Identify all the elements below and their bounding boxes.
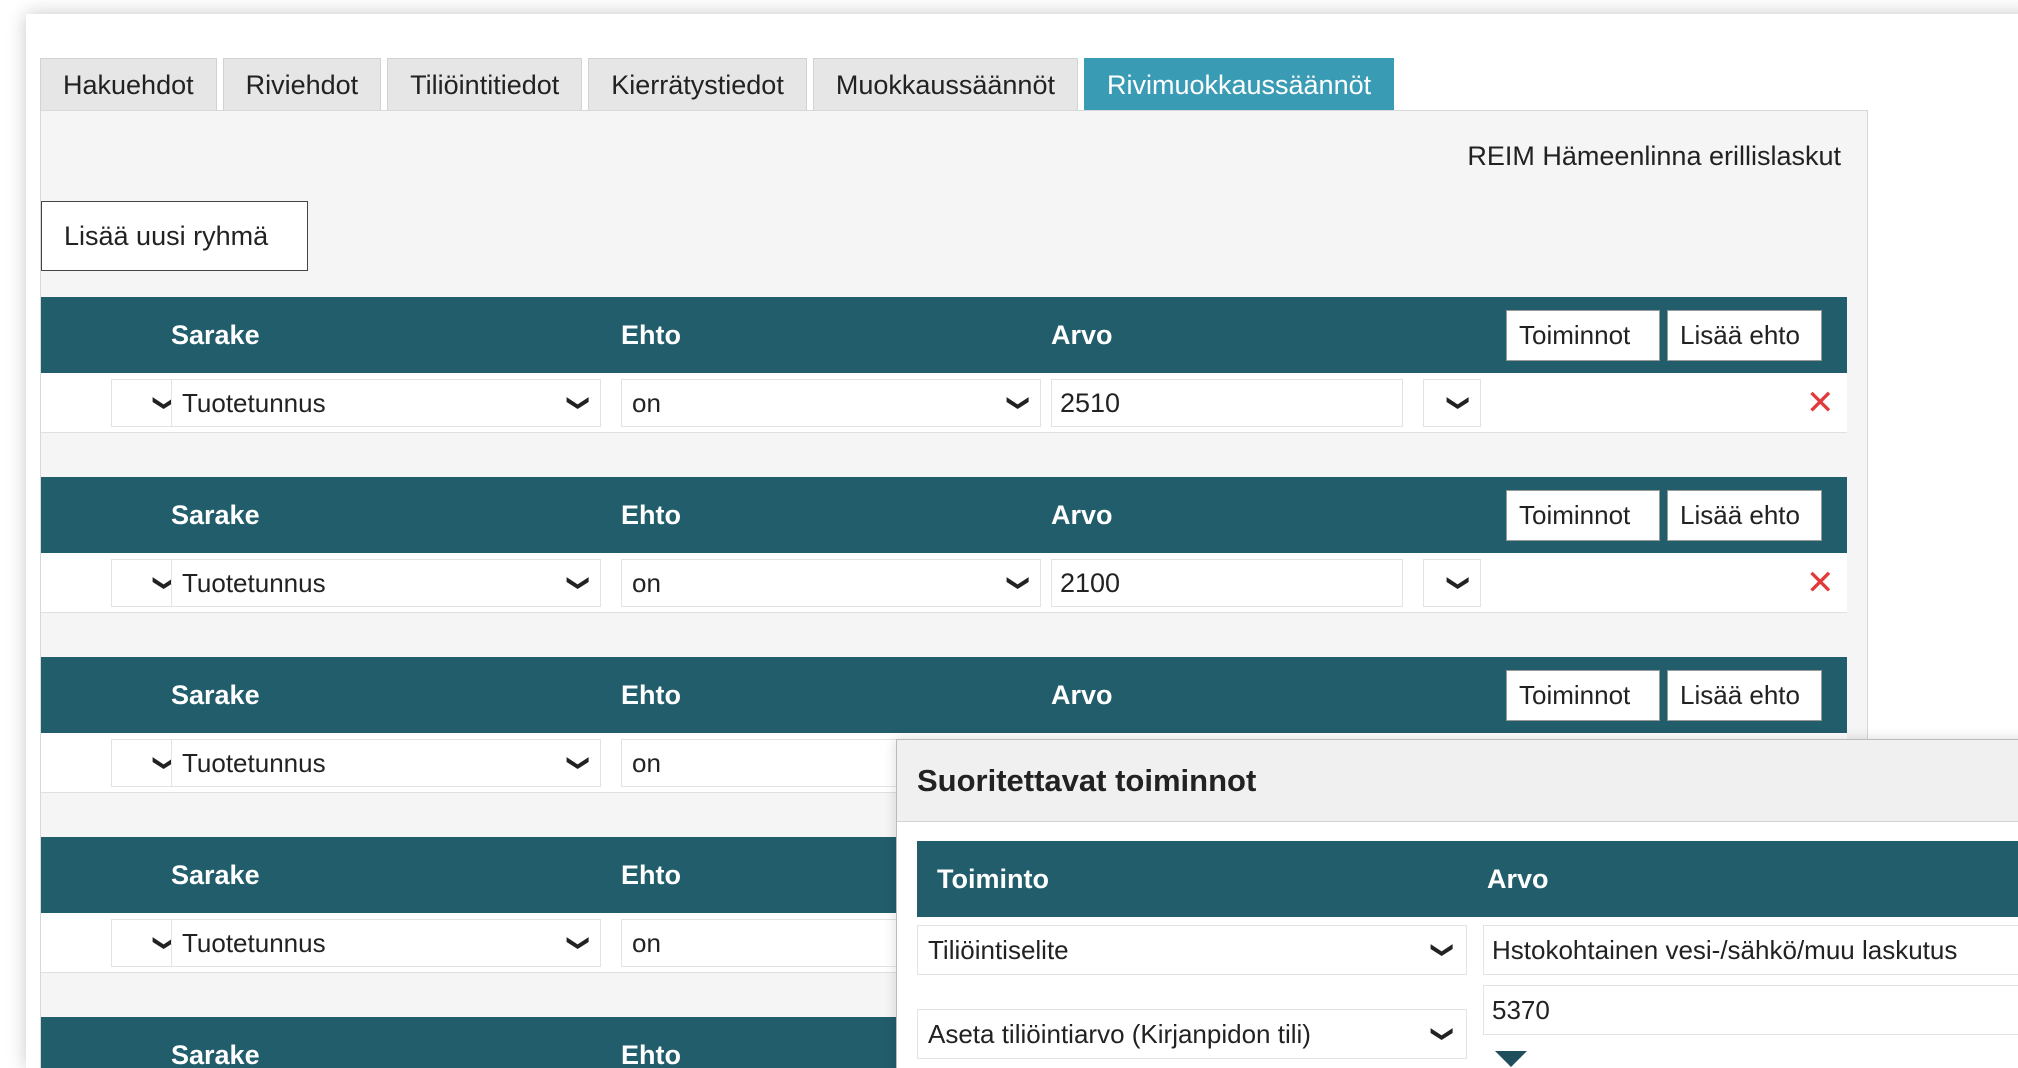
column-select[interactable]: Tuotetunnus ❯ <box>171 379 601 427</box>
tab-muokkaussaannot[interactable]: Muokkaussäännöt <box>812 58 1078 110</box>
chevron-down-icon: ❯ <box>1430 940 1456 960</box>
column-header-toiminto: Toiminto <box>937 864 1049 894</box>
tab-kierratystiedot[interactable]: Kierrätystiedot <box>588 58 807 110</box>
column-select-value: Tuotetunnus <box>182 568 326 598</box>
add-condition-button[interactable]: Lisää ehto <box>1667 670 1822 721</box>
actions-dialog: Suoritettavat toiminnot Toiminto Arvo Ti… <box>896 739 2018 1068</box>
condition-select-value: on <box>632 388 661 418</box>
column-header-arvo: Arvo <box>1051 320 1113 350</box>
close-icon[interactable]: ✕ <box>1806 553 1835 613</box>
chevron-down-icon: ❯ <box>566 573 592 593</box>
tab-riviehdot[interactable]: Riviehdot <box>222 58 382 110</box>
add-group-button[interactable]: Lisää uusi ryhmä <box>41 201 308 271</box>
tab-bar: Hakuehdot Riviehdot Tiliöintitiedot Kier… <box>40 58 1395 110</box>
actions-button[interactable]: Toiminnot <box>1506 310 1660 361</box>
condition-select-value: on <box>632 568 661 598</box>
column-header-sarake: Sarake <box>171 500 260 530</box>
actions-table-header: Toiminto Arvo <box>917 841 2018 917</box>
column-header-arvo: Arvo <box>1051 500 1113 530</box>
chevron-down-icon: ❯ <box>1006 393 1032 413</box>
column-select[interactable]: Tuotetunnus ❯ <box>171 919 601 967</box>
add-condition-button[interactable]: Lisää ehto <box>1667 490 1822 541</box>
column-header-ehto: Ehto <box>621 500 681 530</box>
value-input[interactable]: 2100 <box>1051 559 1403 607</box>
rule-group-header: Sarake Ehto Arvo Toiminnot Lisää ehto <box>41 657 1847 733</box>
action-value-input[interactable]: Hstokohtainen vesi-/sähkö/muu laskutus <box>1483 925 2018 975</box>
chevron-down-icon: ❯ <box>566 393 592 413</box>
column-header-ehto: Ehto <box>621 680 681 710</box>
rule-group: Sarake Ehto Arvo Toiminnot Lisää ehto ❯ … <box>41 477 1847 613</box>
condition-select[interactable]: on ❯ <box>621 379 1041 427</box>
column-header-sarake: Sarake <box>171 320 260 350</box>
chevron-down-icon: ❯ <box>1446 393 1472 413</box>
condition-row: ❯ Tuotetunnus ❯ on ❯ 2510 ❯ ✕ <box>41 373 1847 433</box>
column-select[interactable]: Tuotetunnus ❯ <box>171 559 601 607</box>
action-row: Tiliöintiselite ❯ Hstokohtainen vesi-/säh… <box>917 925 2018 977</box>
chevron-down-icon: ❯ <box>1446 573 1472 593</box>
action-select[interactable]: Aseta tiliöintiarvo (Kirjanpidon tili) ❯ <box>917 1009 1467 1059</box>
tab-hakuehdot[interactable]: Hakuehdot <box>40 58 217 110</box>
column-select-value: Tuotetunnus <box>182 748 326 778</box>
column-select-value: Tuotetunnus <box>182 928 326 958</box>
column-header-arvo: Arvo <box>1051 680 1113 710</box>
condition-select-value: on <box>632 748 661 778</box>
dialog-title: Suoritettavat toiminnot <box>897 740 2018 822</box>
column-header-ehto: Ehto <box>621 860 681 890</box>
chevron-down-icon: ❯ <box>566 753 592 773</box>
action-row: Aseta tiliöintiarvo (Kirjanpidon tili) ❯ … <box>917 985 2018 1068</box>
action-value-input[interactable]: 5370 <box>1483 985 2018 1035</box>
app-frame: Hakuehdot Riviehdot Tiliöintitiedot Kier… <box>26 14 2018 1068</box>
tab-rivimuokkaussaannot[interactable]: Rivimuokkaussäännöt <box>1083 58 1395 110</box>
rule-group-header: Sarake Ehto Arvo Toiminnot Lisää ehto <box>41 477 1847 553</box>
operator-select[interactable]: ❯ <box>1423 379 1481 427</box>
add-condition-button[interactable]: Lisää ehto <box>1667 310 1822 361</box>
value-input[interactable]: 2510 <box>1051 379 1403 427</box>
triangle-down-icon[interactable] <box>1495 1051 1527 1067</box>
condition-select[interactable]: on ❯ <box>621 559 1041 607</box>
chevron-down-icon: ❯ <box>1006 573 1032 593</box>
company-name: REIM Hämeenlinna erillislaskut <box>1467 141 1841 171</box>
action-select-value: Tiliöintiselite <box>928 935 1069 965</box>
column-header-sarake: Sarake <box>171 680 260 710</box>
actions-button[interactable]: Toiminnot <box>1506 670 1660 721</box>
column-header-arvo: Arvo <box>1487 864 1549 894</box>
column-select[interactable]: Tuotetunnus ❯ <box>171 739 601 787</box>
rule-group: Sarake Ehto Arvo Toiminnot Lisää ehto ❯ … <box>41 297 1847 433</box>
tab-tilointitiedot[interactable]: Tiliöintitiedot <box>387 58 583 110</box>
column-select-value: Tuotetunnus <box>182 388 326 418</box>
actions-button[interactable]: Toiminnot <box>1506 490 1660 541</box>
chevron-down-icon: ❯ <box>566 933 592 953</box>
condition-select-value: on <box>632 928 661 958</box>
column-header-sarake: Sarake <box>171 860 260 890</box>
column-header-ehto: Ehto <box>621 1040 681 1068</box>
column-header-sarake: Sarake <box>171 1040 260 1068</box>
condition-row: ❯ Tuotetunnus ❯ on ❯ 2100 ❯ ✕ <box>41 553 1847 613</box>
action-select[interactable]: Tiliöintiselite ❯ <box>917 925 1467 975</box>
operator-select[interactable]: ❯ <box>1423 559 1481 607</box>
chevron-down-icon: ❯ <box>1430 1024 1456 1044</box>
close-icon[interactable]: ✕ <box>1806 373 1835 433</box>
column-header-ehto: Ehto <box>621 320 681 350</box>
action-select-value: Aseta tiliöintiarvo (Kirjanpidon tili) <box>928 1019 1311 1049</box>
rule-group-header: Sarake Ehto Arvo Toiminnot Lisää ehto <box>41 297 1847 373</box>
